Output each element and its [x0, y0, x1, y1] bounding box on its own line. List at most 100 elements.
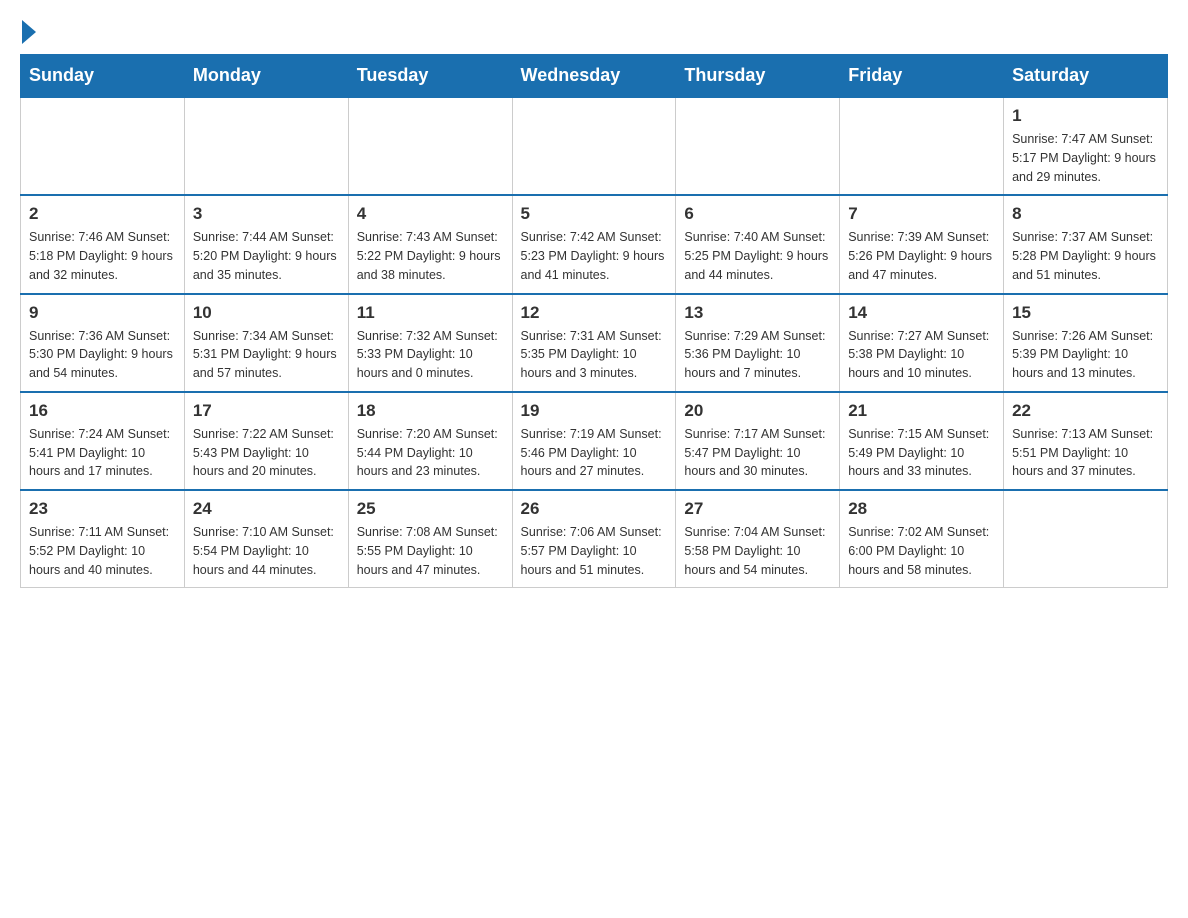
calendar-day-cell: 2 Sunrise: 7:46 AM Sunset: 5:18 PM Daylig…: [21, 195, 185, 293]
day-number: 15: [1012, 303, 1159, 323]
day-info: Sunrise: 7:08 AM Sunset: 5:55 PM Dayligh…: [357, 523, 504, 579]
calendar-day-cell: [1004, 490, 1168, 588]
day-number: 9: [29, 303, 176, 323]
calendar-day-cell: 12 Sunrise: 7:31 AM Sunset: 5:35 PM Dayli…: [512, 294, 676, 392]
calendar-day-cell: 23 Sunrise: 7:11 AM Sunset: 5:52 PM Dayli…: [21, 490, 185, 588]
day-number: 24: [193, 499, 340, 519]
day-info: Sunrise: 7:46 AM Sunset: 5:18 PM Dayligh…: [29, 228, 176, 284]
day-info: Sunrise: 7:44 AM Sunset: 5:20 PM Dayligh…: [193, 228, 340, 284]
day-info: Sunrise: 7:11 AM Sunset: 5:52 PM Dayligh…: [29, 523, 176, 579]
calendar-table: SundayMondayTuesdayWednesdayThursdayFrid…: [20, 54, 1168, 588]
calendar-week-row: 16 Sunrise: 7:24 AM Sunset: 5:41 PM Dayli…: [21, 392, 1168, 490]
calendar-day-cell: 28 Sunrise: 7:02 AM Sunset: 6:00 PM Dayli…: [840, 490, 1004, 588]
day-number: 1: [1012, 106, 1159, 126]
day-info: Sunrise: 7:06 AM Sunset: 5:57 PM Dayligh…: [521, 523, 668, 579]
day-info: Sunrise: 7:34 AM Sunset: 5:31 PM Dayligh…: [193, 327, 340, 383]
calendar-day-cell: 4 Sunrise: 7:43 AM Sunset: 5:22 PM Daylig…: [348, 195, 512, 293]
day-info: Sunrise: 7:26 AM Sunset: 5:39 PM Dayligh…: [1012, 327, 1159, 383]
day-number: 6: [684, 204, 831, 224]
day-number: 4: [357, 204, 504, 224]
day-of-week-header: Friday: [840, 55, 1004, 98]
day-number: 28: [848, 499, 995, 519]
day-number: 13: [684, 303, 831, 323]
day-number: 3: [193, 204, 340, 224]
calendar-day-cell: 8 Sunrise: 7:37 AM Sunset: 5:28 PM Daylig…: [1004, 195, 1168, 293]
day-number: 26: [521, 499, 668, 519]
calendar-header: SundayMondayTuesdayWednesdayThursdayFrid…: [21, 55, 1168, 98]
day-of-week-header: Tuesday: [348, 55, 512, 98]
day-of-week-header: Thursday: [676, 55, 840, 98]
day-info: Sunrise: 7:47 AM Sunset: 5:17 PM Dayligh…: [1012, 130, 1159, 186]
calendar-day-cell: 7 Sunrise: 7:39 AM Sunset: 5:26 PM Daylig…: [840, 195, 1004, 293]
day-number: 25: [357, 499, 504, 519]
calendar-day-cell: 13 Sunrise: 7:29 AM Sunset: 5:36 PM Dayli…: [676, 294, 840, 392]
calendar-body: 1 Sunrise: 7:47 AM Sunset: 5:17 PM Daylig…: [21, 97, 1168, 588]
calendar-week-row: 2 Sunrise: 7:46 AM Sunset: 5:18 PM Daylig…: [21, 195, 1168, 293]
page-header: [20, 20, 1168, 44]
day-number: 16: [29, 401, 176, 421]
day-number: 17: [193, 401, 340, 421]
day-number: 5: [521, 204, 668, 224]
calendar-day-cell: 19Sunrise: 7:19 AM Sunset: 5:46 PM Dayli…: [512, 392, 676, 490]
day-of-week-header: Wednesday: [512, 55, 676, 98]
day-info: Sunrise: 7:13 AM Sunset: 5:51 PM Dayligh…: [1012, 425, 1159, 481]
day-info: Sunrise: 7:31 AM Sunset: 5:35 PM Dayligh…: [521, 327, 668, 383]
day-number: 11: [357, 303, 504, 323]
day-number: 2: [29, 204, 176, 224]
calendar-week-row: 1 Sunrise: 7:47 AM Sunset: 5:17 PM Daylig…: [21, 97, 1168, 195]
calendar-week-row: 23 Sunrise: 7:11 AM Sunset: 5:52 PM Dayli…: [21, 490, 1168, 588]
day-number: 22: [1012, 401, 1159, 421]
day-number: 12: [521, 303, 668, 323]
calendar-day-cell: [840, 97, 1004, 195]
day-number: 7: [848, 204, 995, 224]
day-info: Sunrise: 7:39 AM Sunset: 5:26 PM Dayligh…: [848, 228, 995, 284]
calendar-day-cell: 21 Sunrise: 7:15 AM Sunset: 5:49 PM Dayli…: [840, 392, 1004, 490]
day-of-week-header: Saturday: [1004, 55, 1168, 98]
days-of-week-row: SundayMondayTuesdayWednesdayThursdayFrid…: [21, 55, 1168, 98]
day-info: Sunrise: 7:36 AM Sunset: 5:30 PM Dayligh…: [29, 327, 176, 383]
calendar-day-cell: 11Sunrise: 7:32 AM Sunset: 5:33 PM Dayli…: [348, 294, 512, 392]
day-info: Sunrise: 7:17 AM Sunset: 5:47 PM Dayligh…: [684, 425, 831, 481]
calendar-day-cell: 24 Sunrise: 7:10 AM Sunset: 5:54 PM Dayli…: [184, 490, 348, 588]
calendar-day-cell: 17 Sunrise: 7:22 AM Sunset: 5:43 PM Dayli…: [184, 392, 348, 490]
day-info: Sunrise: 7:04 AM Sunset: 5:58 PM Dayligh…: [684, 523, 831, 579]
calendar-day-cell: 25 Sunrise: 7:08 AM Sunset: 5:55 PM Dayli…: [348, 490, 512, 588]
day-info: Sunrise: 7:42 AM Sunset: 5:23 PM Dayligh…: [521, 228, 668, 284]
day-info: Sunrise: 7:24 AM Sunset: 5:41 PM Dayligh…: [29, 425, 176, 481]
calendar-day-cell: [348, 97, 512, 195]
day-number: 21: [848, 401, 995, 421]
day-info: Sunrise: 7:22 AM Sunset: 5:43 PM Dayligh…: [193, 425, 340, 481]
day-number: 8: [1012, 204, 1159, 224]
day-number: 10: [193, 303, 340, 323]
day-info: Sunrise: 7:10 AM Sunset: 5:54 PM Dayligh…: [193, 523, 340, 579]
calendar-day-cell: 10 Sunrise: 7:34 AM Sunset: 5:31 PM Dayli…: [184, 294, 348, 392]
calendar-day-cell: 1 Sunrise: 7:47 AM Sunset: 5:17 PM Daylig…: [1004, 97, 1168, 195]
calendar-day-cell: 15 Sunrise: 7:26 AM Sunset: 5:39 PM Dayli…: [1004, 294, 1168, 392]
calendar-day-cell: 20Sunrise: 7:17 AM Sunset: 5:47 PM Dayli…: [676, 392, 840, 490]
day-info: Sunrise: 7:29 AM Sunset: 5:36 PM Dayligh…: [684, 327, 831, 383]
calendar-day-cell: 22 Sunrise: 7:13 AM Sunset: 5:51 PM Dayli…: [1004, 392, 1168, 490]
day-number: 27: [684, 499, 831, 519]
logo: [20, 20, 36, 44]
day-info: Sunrise: 7:27 AM Sunset: 5:38 PM Dayligh…: [848, 327, 995, 383]
calendar-day-cell: 26 Sunrise: 7:06 AM Sunset: 5:57 PM Dayli…: [512, 490, 676, 588]
day-of-week-header: Monday: [184, 55, 348, 98]
calendar-day-cell: [512, 97, 676, 195]
calendar-day-cell: 14 Sunrise: 7:27 AM Sunset: 5:38 PM Dayli…: [840, 294, 1004, 392]
day-number: 23: [29, 499, 176, 519]
day-number: 14: [848, 303, 995, 323]
calendar-day-cell: 3 Sunrise: 7:44 AM Sunset: 5:20 PM Daylig…: [184, 195, 348, 293]
day-number: 18: [357, 401, 504, 421]
calendar-day-cell: 27 Sunrise: 7:04 AM Sunset: 5:58 PM Dayli…: [676, 490, 840, 588]
day-info: Sunrise: 7:43 AM Sunset: 5:22 PM Dayligh…: [357, 228, 504, 284]
day-info: Sunrise: 7:19 AM Sunset: 5:46 PM Dayligh…: [521, 425, 668, 481]
calendar-day-cell: 16 Sunrise: 7:24 AM Sunset: 5:41 PM Dayli…: [21, 392, 185, 490]
calendar-day-cell: 5 Sunrise: 7:42 AM Sunset: 5:23 PM Daylig…: [512, 195, 676, 293]
day-info: Sunrise: 7:15 AM Sunset: 5:49 PM Dayligh…: [848, 425, 995, 481]
day-info: Sunrise: 7:20 AM Sunset: 5:44 PM Dayligh…: [357, 425, 504, 481]
day-info: Sunrise: 7:02 AM Sunset: 6:00 PM Dayligh…: [848, 523, 995, 579]
day-info: Sunrise: 7:37 AM Sunset: 5:28 PM Dayligh…: [1012, 228, 1159, 284]
calendar-week-row: 9 Sunrise: 7:36 AM Sunset: 5:30 PM Daylig…: [21, 294, 1168, 392]
calendar-day-cell: [21, 97, 185, 195]
calendar-day-cell: [184, 97, 348, 195]
